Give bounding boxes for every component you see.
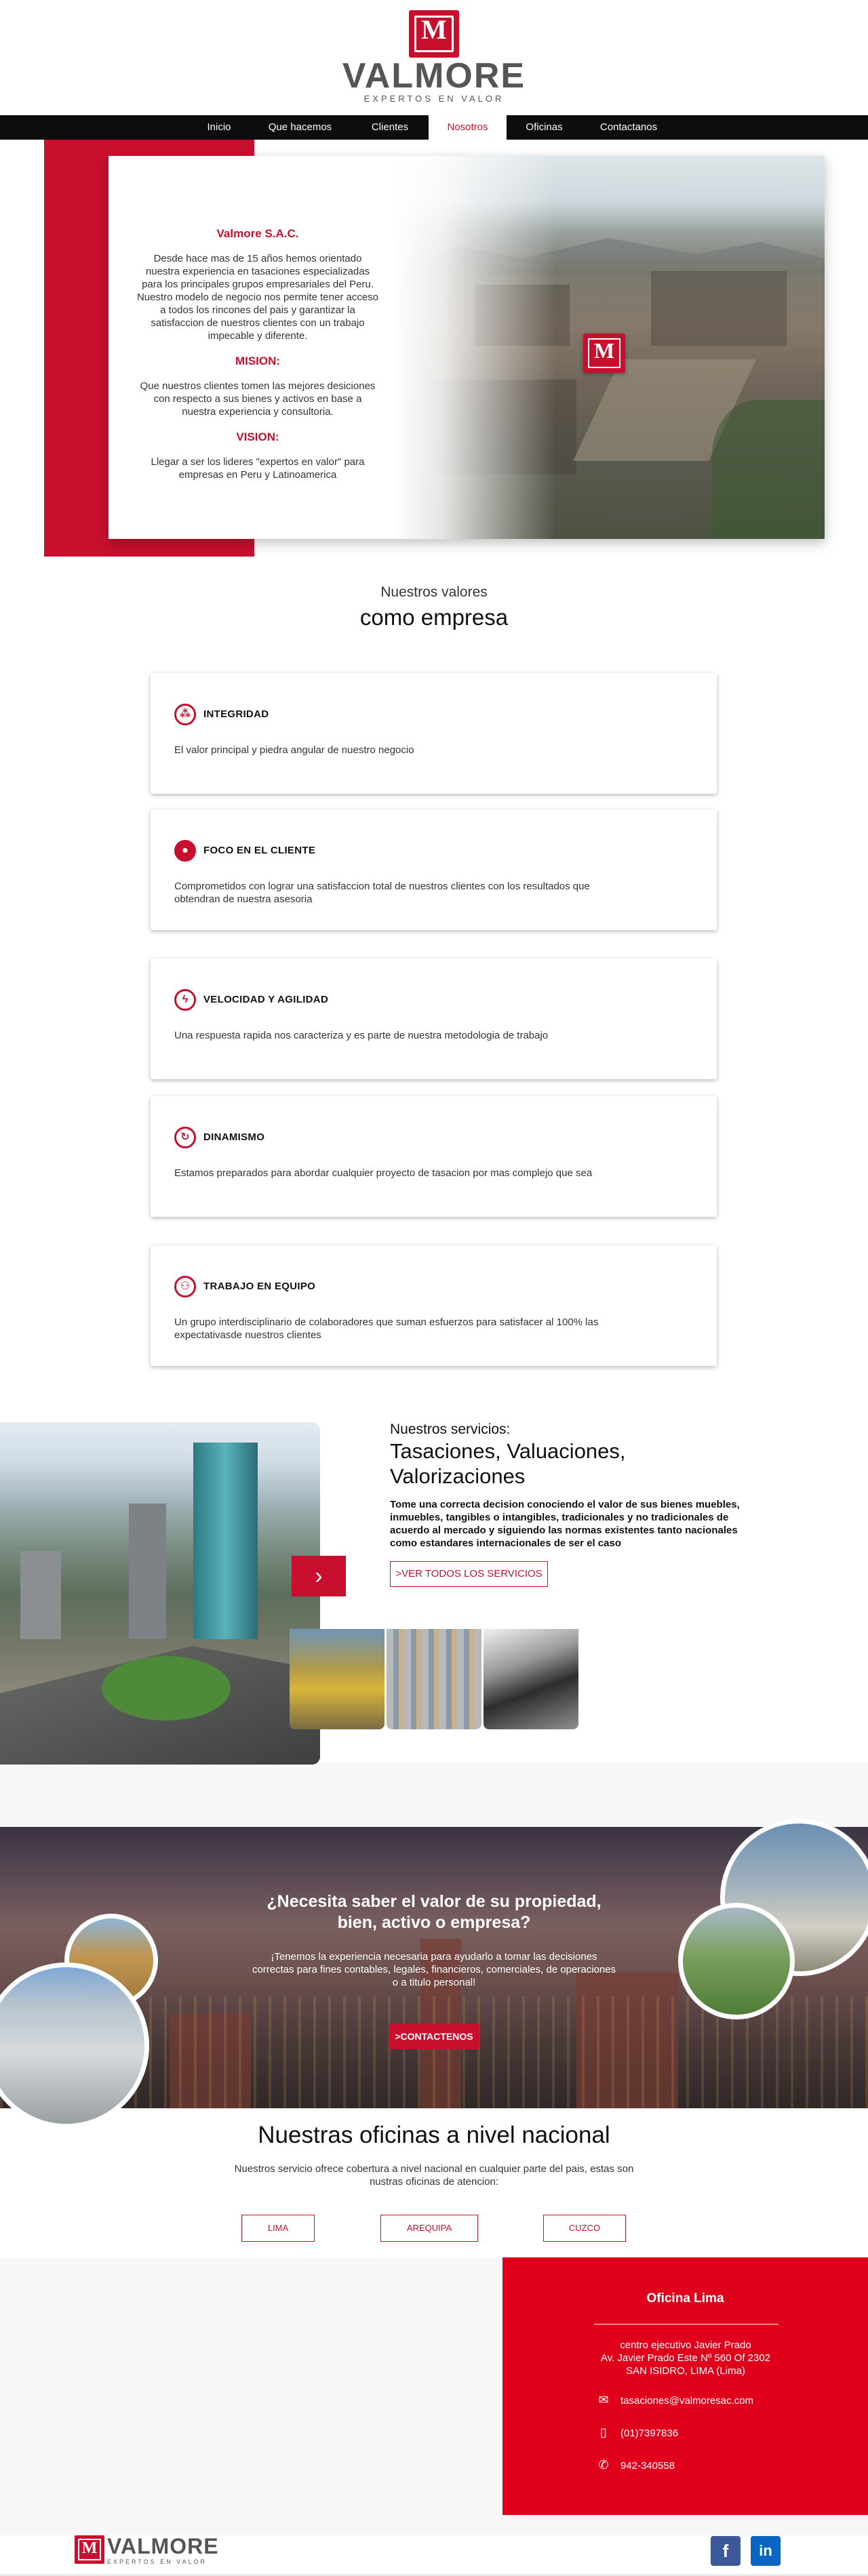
services-description: Tome una correcta decision conociendo el…	[390, 1499, 740, 1549]
site-header: M VALMORE EXPERTOS EN VALOR	[0, 0, 868, 115]
footer-logo[interactable]: M	[75, 2535, 104, 2564]
value-title: TRABAJO EN EQUIPO	[203, 1281, 316, 1292]
footer-tagline: EXPERTOS EN VALOR	[107, 2558, 208, 2565]
mision-text: Que nuestros clientes tomen las mejores …	[140, 380, 376, 418]
value-card-velocidad: ϟ VELOCIDAD Y AGILIDAD Una respuesta rap…	[151, 959, 717, 1079]
farmland-circle-photo	[678, 1903, 795, 2019]
view-all-services-button[interactable]: >VER TODOS LOS SERVICIOS	[390, 1561, 548, 1587]
brand-logo[interactable]: M	[409, 10, 459, 58]
brand-name[interactable]: VALMORE	[326, 58, 542, 94]
company-name: Valmore S.A.C.	[216, 227, 299, 240]
nav-item-clientes[interactable]: Clientes	[359, 115, 420, 140]
divider	[594, 2324, 778, 2325]
values-subtitle: Nuestros valores	[380, 584, 488, 600]
next-arrow-button[interactable]: ›	[292, 1556, 346, 1596]
value-card-trabajo-equipo: ⚇ TRABAJO EN EQUIPO Un grupo interdiscip…	[151, 1245, 717, 1366]
lima-skyline-photo	[0, 1422, 320, 1765]
value-description: Una respuesta rapida nos caracteriza y e…	[174, 1030, 549, 1041]
dynamism-icon: ↻	[174, 1127, 196, 1148]
building-shape	[129, 1504, 166, 1639]
building-block	[651, 271, 787, 346]
user-icon: ●	[174, 840, 196, 862]
value-description: Estamos preparados para abordar cualquie…	[174, 1167, 593, 1179]
photo-logo-badge: M	[583, 334, 625, 373]
footer-brand-name: VALMORE	[107, 2534, 219, 2558]
glass-tower-shape	[193, 1443, 258, 1639]
office-arequipa-button[interactable]: AREQUIPA	[380, 2215, 478, 2242]
linkedin-icon[interactable]: in	[751, 2536, 781, 2566]
about-text: Valmore S.A.C. Desde hace mas de 15 años…	[108, 156, 407, 539]
offices-title: Nuestras oficinas a nivel nacional	[258, 2122, 610, 2148]
value-title: INTEGRIDAD	[203, 708, 269, 720]
value-title: VELOCIDAD Y AGILIDAD	[203, 994, 329, 1005]
value-description: Comprometidos con lograr una satisfaccio…	[174, 881, 590, 905]
address-line: Av. Javier Prado Este Nº 560 Of 2302	[600, 2352, 771, 2364]
address-line: SAN ISIDRO, LIMA (Lima)	[626, 2365, 745, 2377]
port-containers-thumbnail[interactable]	[387, 1629, 481, 1729]
logo-letter: M	[421, 14, 447, 45]
value-description: Un grupo interdisciplinario de colaborad…	[174, 1316, 599, 1341]
vision-heading: VISION:	[236, 430, 279, 443]
offices-description: Nuestros servicio ofrece cobertura a niv…	[234, 2163, 634, 2188]
cars-thumbnail[interactable]	[484, 1629, 578, 1729]
cta-description: ¡Tenemos la experiencia necesaria para a…	[252, 1951, 616, 1988]
value-description: El valor principal y piedra angular de n…	[174, 744, 414, 756]
office-title: Oficina Lima	[646, 2291, 724, 2306]
office-lima-button[interactable]: LIMA	[241, 2215, 315, 2242]
contact-mobile[interactable]: 942-340558	[620, 2460, 675, 2472]
value-card-dinamismo: ↻ DINAMISMO Estamos preparados para abor…	[151, 1096, 717, 1217]
mision-heading: MISION:	[235, 355, 281, 367]
services-subtitle: Nuestros servicios:	[390, 1422, 511, 1437]
mail-icon: ✉	[598, 2393, 609, 2407]
about-card: M Valmore S.A.C. Desde hace mas de 15 añ…	[108, 156, 825, 539]
nav-item-oficinas[interactable]: Oficinas	[512, 115, 576, 140]
logo-letter: M	[81, 2539, 98, 2557]
vision-text: Llegar a ser los lideres "expertos en va…	[151, 456, 365, 481]
brand-tagline: EXPERTOS EN VALOR	[363, 94, 505, 104]
contact-panel: Oficina Lima centro ejecutivo Javier Pra…	[502, 2257, 868, 2515]
lima-city-photo: M	[393, 156, 825, 539]
facebook-icon[interactable]: f	[711, 2536, 741, 2566]
phone-icon: ✆	[598, 2458, 609, 2472]
mobile-phone-icon: ▯	[600, 2426, 607, 2439]
contact-mobile-row[interactable]: ✆ 942-340558	[596, 2458, 675, 2472]
contact-email[interactable]: tasaciones@valmoresac.com	[620, 2395, 753, 2407]
nav-item-que-hacemos[interactable]: Que hacemos	[258, 115, 342, 140]
nav-item-inicio[interactable]: Inicio	[195, 115, 243, 140]
contact-email-row[interactable]: ✉ tasaciones@valmoresac.com	[596, 2393, 753, 2407]
values-title: como empresa	[359, 605, 509, 630]
mining-truck-thumbnail[interactable]	[290, 1629, 384, 1729]
lightning-icon: ϟ	[174, 989, 196, 1011]
contact-phone[interactable]: (01)7397836	[620, 2428, 678, 2439]
office-cuzco-button[interactable]: CUZCO	[543, 2215, 626, 2242]
nav-item-nosotros[interactable]: Nosotros	[429, 115, 507, 140]
park-shape	[102, 1656, 231, 1720]
office-address: centro ejecutivo Javier Prado Av. Javier…	[570, 2339, 801, 2377]
team-icon: ⚇	[174, 1276, 196, 1297]
integrity-icon: ⁂	[174, 704, 196, 725]
value-card-foco-cliente: ● FOCO EN EL CLIENTE Comprometidos con l…	[151, 809, 717, 930]
about-intro: Desde hace mas de 15 años hemos orientad…	[136, 253, 379, 342]
cta-title: ¿Necesita saber el valor de su propiedad…	[267, 1892, 601, 1932]
tree-area	[712, 400, 825, 539]
services-title: Tasaciones, Valuaciones, Valorizaciones	[390, 1439, 626, 1488]
address-line: centro ejecutivo Javier Prado	[620, 2339, 751, 2351]
services-bottom-band	[0, 1763, 868, 1827]
logo-letter: M	[593, 338, 615, 363]
nav-item-contactanos[interactable]: Contactanos	[589, 115, 669, 140]
value-title: DINAMISMO	[203, 1131, 265, 1143]
value-card-integridad: ⁂ INTEGRIDAD El valor principal y piedra…	[151, 673, 717, 794]
building-shape	[20, 1551, 61, 1639]
main-nav: Inicio Que hacemos Clientes Nosotros Ofi…	[0, 115, 868, 140]
value-title: FOCO EN EL CLIENTE	[203, 845, 316, 856]
contact-us-button[interactable]: >CONTACTENOS	[389, 2024, 479, 2049]
contact-phone-row[interactable]: ▯ (01)7397836	[596, 2426, 678, 2440]
image-fade	[393, 156, 556, 539]
